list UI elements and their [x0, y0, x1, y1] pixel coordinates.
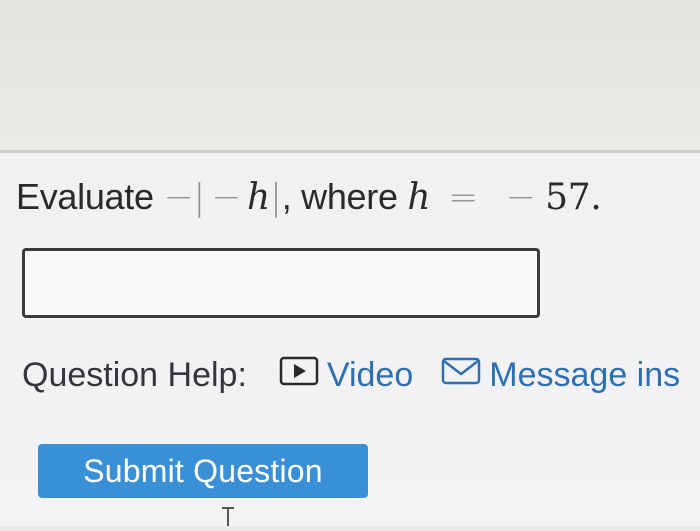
answer-input[interactable]	[22, 248, 540, 318]
video-link[interactable]: Video	[279, 356, 413, 395]
message-link[interactable]: Message ins	[441, 356, 680, 395]
question-text: Evaluate −| − h|, where h = − 57.	[16, 176, 602, 218]
message-label: Message ins	[489, 356, 681, 394]
equals-sign: =	[448, 177, 478, 218]
minus-sign-inner: −	[211, 177, 241, 218]
question-verb: Evaluate	[16, 176, 154, 217]
variable-h-2: h	[407, 177, 431, 218]
submit-question-button[interactable]: Submit Question	[38, 444, 368, 498]
header-area	[0, 0, 700, 150]
question-help: Question Help: Video Message ins	[22, 356, 700, 395]
play-icon	[279, 356, 319, 395]
minus-sign-outer: −	[163, 177, 194, 218]
text-cursor-icon	[219, 506, 237, 526]
help-label: Question Help:	[22, 356, 247, 394]
negative-sign: −	[505, 177, 536, 218]
value-text: 57.	[545, 177, 602, 218]
abs-bar-close: |	[269, 177, 282, 218]
where-text: , where	[281, 176, 398, 217]
variable-h: h	[247, 177, 270, 218]
video-label: Video	[326, 356, 414, 394]
envelope-icon	[441, 356, 481, 395]
section-divider	[0, 150, 700, 153]
abs-bar-open: |	[193, 177, 206, 218]
